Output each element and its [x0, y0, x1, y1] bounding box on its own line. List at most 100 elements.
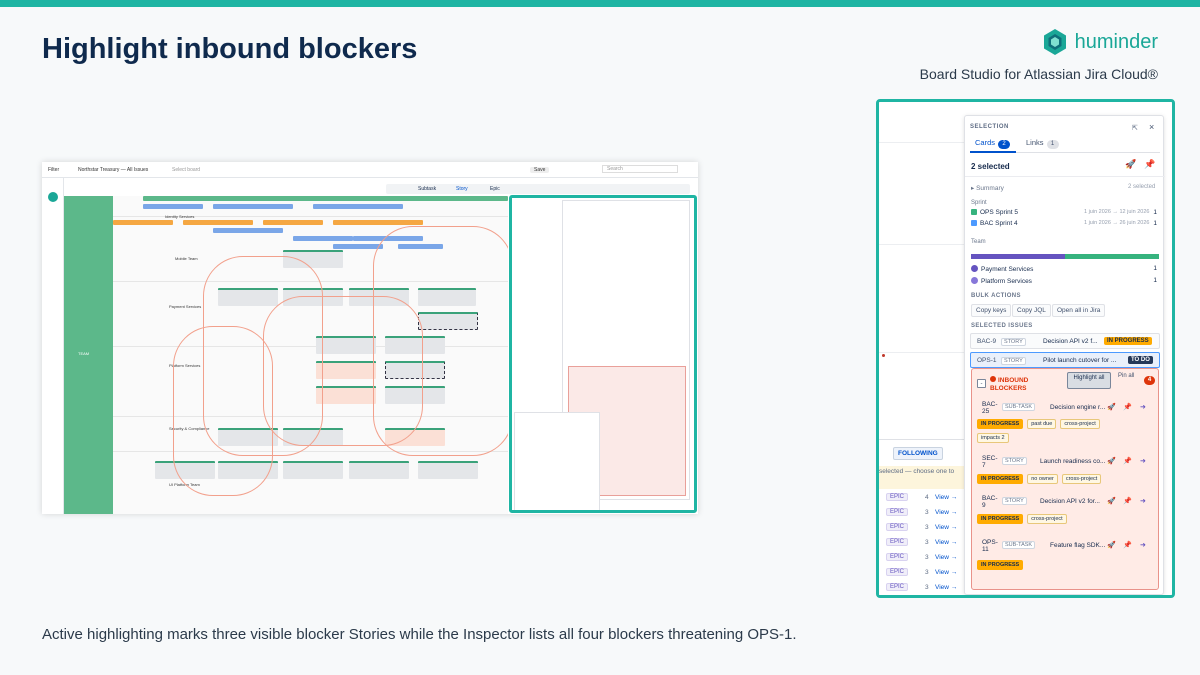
blocker-item[interactable]: BAC-9 STORY Decision API v2 for... 🚀 📌 ➜…	[977, 495, 1155, 525]
sprint-name: OPS Sprint 5	[980, 209, 1018, 216]
status-badge: IN PROGRESS	[1104, 337, 1152, 345]
issue-card[interactable]	[283, 461, 343, 479]
view-link[interactable]: View →	[935, 554, 957, 561]
rocket-icon[interactable]: 🚀	[1125, 159, 1136, 170]
pin-all-button[interactable]: Pin all	[1118, 373, 1138, 380]
arrow-right-icon[interactable]: ➜	[1140, 541, 1146, 549]
grid-line	[879, 142, 965, 143]
team-count: 1	[1153, 265, 1157, 272]
board-screenshot: Filter Northstar Treasury — All Issues S…	[42, 162, 698, 514]
pin-icon[interactable]: 📌	[1123, 403, 1132, 411]
pin-all-label: Pin all	[1118, 373, 1135, 379]
tag-row: IN PROGRESS no owner cross-project	[977, 474, 1102, 484]
cross-project-tag: cross-project	[1027, 514, 1067, 524]
list-item[interactable]: EPIC 3 View →	[879, 581, 965, 595]
inbound-blockers-panel: - INBOUND BLOCKERS Highlight all Pin all…	[971, 368, 1159, 590]
sprint-dates: 1 juin 2026 → 12 juin 2026	[1084, 209, 1150, 215]
sprint-bar	[313, 204, 403, 209]
tag-row: IN PROGRESS past due cross-project	[977, 419, 1100, 429]
list-item[interactable]: EPIC 3 View →	[879, 521, 965, 535]
blocker-item[interactable]: SEC-7 STORY Launch readiness co... 🚀 📌 ➜…	[977, 455, 1155, 485]
save-button[interactable]: Save	[530, 167, 550, 173]
select-board[interactable]: Select board	[172, 167, 200, 173]
view-link[interactable]: View →	[935, 524, 957, 531]
issue-type: STORY	[1001, 338, 1026, 346]
arrow-right-icon[interactable]: ➜	[1140, 457, 1146, 465]
slide-subtitle: Board Studio for Atlassian Jira Cloud®	[919, 66, 1158, 82]
following-button[interactable]: FOLLOWING	[893, 447, 943, 460]
issue-key: OPS-11	[982, 539, 998, 553]
list-item[interactable]: EPIC 4 View →	[879, 491, 965, 505]
pin-icon[interactable]: 📌	[1123, 457, 1132, 465]
list-item[interactable]: EPIC 3 View →	[879, 506, 965, 520]
rocket-icon[interactable]: 🚀	[1107, 457, 1116, 465]
rocket-icon[interactable]: 🚀	[1107, 497, 1116, 505]
team-avatar	[971, 265, 978, 272]
dependency-line	[173, 326, 273, 496]
epic-badge: EPIC	[886, 493, 909, 501]
close-icon[interactable]: ×	[1149, 122, 1154, 132]
open-all-in-jira-button[interactable]: Open all in Jira	[1052, 304, 1106, 317]
sprint-row: OPS Sprint 5 1 juin 2026 → 12 juin 2026 1	[971, 209, 1159, 219]
issue-card[interactable]	[349, 461, 409, 479]
count: 4	[925, 494, 929, 501]
view-link[interactable]: View →	[935, 569, 957, 576]
cross-project-tag: cross-project	[1061, 474, 1102, 484]
pin-icon[interactable]: 📌	[1123, 497, 1132, 505]
epic-badge: EPIC	[886, 568, 909, 576]
copy-keys-button[interactable]: Copy keys	[971, 304, 1012, 317]
epic-badge: EPIC	[886, 523, 909, 531]
status-badge: IN PROGRESS	[977, 560, 1024, 570]
view-tab[interactable]: Story	[456, 186, 468, 192]
arrow-right-icon[interactable]: ➜	[1140, 403, 1146, 411]
sprint-bar	[293, 236, 353, 241]
sprint-bar	[213, 228, 283, 233]
no-owner-tag: no owner	[1027, 474, 1058, 484]
rocket-icon[interactable]: 🚀	[1107, 541, 1116, 549]
filter-label[interactable]: Filter	[48, 167, 59, 173]
cross-project-tag: cross-project	[1060, 419, 1100, 429]
team-label: Team	[971, 239, 986, 245]
highlight-all-button[interactable]: Highlight all	[1067, 372, 1111, 389]
tab-count: 2	[998, 140, 1011, 149]
view-tab[interactable]: Subtask	[418, 186, 436, 192]
copy-jql-button[interactable]: Copy JQL	[1012, 304, 1051, 317]
view-tab[interactable]: Epic	[490, 186, 500, 192]
view-link[interactable]: View →	[935, 509, 957, 516]
arrow-right-icon[interactable]: ➜	[1140, 497, 1146, 505]
expand-icon[interactable]: ⇱	[1132, 124, 1138, 132]
view-link[interactable]: View →	[935, 584, 957, 591]
list-item[interactable]: EPIC 3 View →	[879, 536, 965, 550]
count: 3	[925, 554, 929, 561]
view-link[interactable]: View →	[935, 539, 957, 546]
status-badge: IN PROGRESS	[977, 514, 1024, 524]
sprint-bar	[333, 220, 423, 225]
summary-toggle[interactable]: ▸ Summary	[971, 184, 1004, 192]
board-name[interactable]: Northstar Treasury — All Issues	[78, 167, 148, 173]
search-input[interactable]: Search	[602, 165, 678, 173]
issue-card[interactable]	[418, 461, 478, 479]
issue-title: Decision API v2 f...	[1043, 338, 1098, 345]
list-item[interactable]: EPIC 3 View →	[879, 551, 965, 565]
tab-cards[interactable]: Cards 2	[975, 138, 1011, 149]
blocker-item[interactable]: OPS-11 SUB-TASK Feature flag SDK... 🚀 📌 …	[977, 539, 1155, 570]
collapse-icon[interactable]: -	[977, 379, 986, 388]
pin-icon[interactable]: 📌	[1123, 541, 1132, 549]
blocker-item[interactable]: BAC-25 SUB-TASK Decision engine r... 🚀 📌…	[977, 401, 1155, 445]
accent-top-bar	[0, 0, 1200, 7]
tab-links[interactable]: Links 1	[1026, 138, 1059, 149]
sprint-count: 1	[1153, 209, 1157, 216]
list-item[interactable]: EPIC 3 View →	[879, 566, 965, 580]
count: 3	[925, 584, 929, 591]
rocket-icon[interactable]: 🚀	[1107, 403, 1116, 411]
selected-issue-row[interactable]: BAC-9 STORY Decision API v2 f... IN PROG…	[970, 333, 1160, 349]
pin-icon[interactable]: 📌	[1144, 159, 1155, 170]
sprint-bar	[113, 220, 173, 225]
selected-issue-row[interactable]: OPS-1 STORY Pilot launch cutover for ...…	[970, 352, 1160, 368]
board-canvas: Identity Services Mobile Team Payment Se…	[113, 196, 513, 514]
left-rail	[42, 178, 64, 514]
issue-key: SEC-7	[982, 455, 998, 469]
blocker-count-badge: 4	[1144, 376, 1155, 385]
divider	[965, 176, 1165, 177]
view-link[interactable]: View →	[935, 494, 957, 501]
